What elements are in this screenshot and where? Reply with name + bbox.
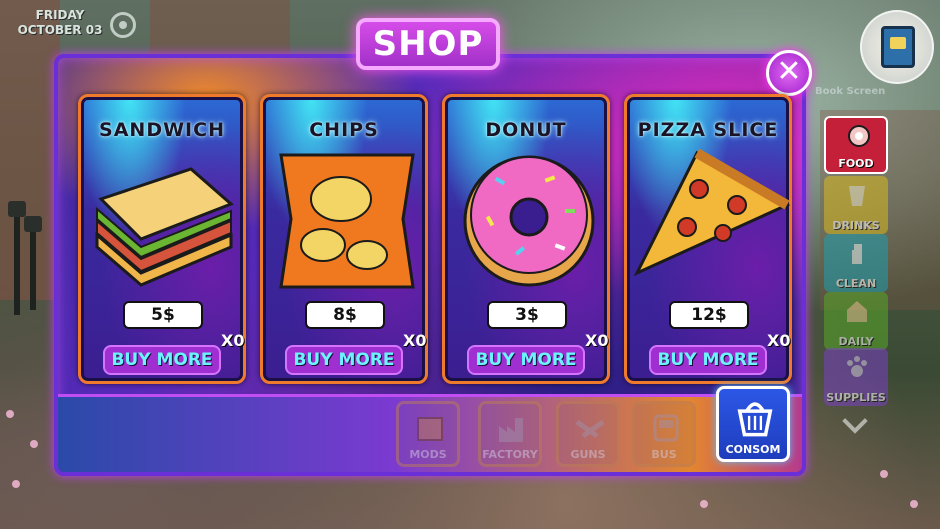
item-price: 8$ bbox=[305, 301, 385, 329]
date-day: FRIDAY bbox=[35, 8, 85, 22]
tab-mods[interactable]: MODS bbox=[396, 401, 460, 467]
date-display: FRIDAY OCTOBER 03 bbox=[14, 8, 106, 38]
paw-icon bbox=[847, 356, 867, 377]
basket-icon bbox=[737, 402, 773, 437]
tab-consom[interactable]: CONSOM bbox=[716, 386, 790, 462]
guns-icon bbox=[575, 419, 605, 439]
flower bbox=[6, 410, 14, 418]
sidebar-item-clean[interactable]: CLEAN bbox=[824, 234, 888, 292]
sidebar-item-food[interactable]: FOOD bbox=[824, 116, 888, 174]
close-button[interactable]: ✕ bbox=[766, 50, 812, 96]
street-lamp bbox=[24, 216, 42, 310]
pizza-slice-icon bbox=[633, 149, 791, 277]
tab-guns[interactable]: GUNS bbox=[556, 401, 620, 467]
buy-more-button[interactable]: BUY MORE bbox=[467, 345, 585, 375]
tab-label: BUS bbox=[651, 448, 677, 461]
item-quantity: X0 bbox=[221, 331, 245, 350]
item-price: 5$ bbox=[123, 301, 203, 329]
flower bbox=[12, 480, 20, 488]
notebook-icon bbox=[881, 26, 915, 68]
spray-bottle-icon bbox=[852, 244, 862, 264]
shop-item-pizza-slice: PIZZA SLICE 12$ BUY MORE X0 bbox=[624, 94, 792, 384]
chips-icon bbox=[279, 153, 415, 289]
flower bbox=[700, 500, 708, 508]
item-quantity: X0 bbox=[767, 331, 791, 350]
notebook-button[interactable] bbox=[860, 10, 934, 84]
close-icon: ✕ bbox=[776, 54, 802, 89]
item-quantity: X0 bbox=[403, 331, 427, 350]
bus-icon bbox=[653, 414, 679, 442]
factory-icon bbox=[499, 418, 523, 442]
house-icon bbox=[847, 301, 867, 322]
buy-more-button[interactable]: BUY MORE bbox=[285, 345, 403, 375]
tab-label: GUNS bbox=[570, 448, 606, 461]
item-name: CHIPS bbox=[309, 119, 379, 141]
item-name: PIZZA SLICE bbox=[637, 119, 779, 141]
sidebar-item-label: DRINKS bbox=[832, 219, 880, 232]
flower bbox=[880, 470, 888, 478]
sidebar-item-daily[interactable]: DAILY bbox=[824, 292, 888, 350]
flower bbox=[910, 500, 918, 508]
sidebar-item-label: SUPPLIES bbox=[826, 391, 886, 404]
shop-title: SHOP bbox=[356, 18, 500, 70]
money-display bbox=[778, 6, 864, 22]
cup-icon bbox=[849, 186, 865, 206]
sidebar-item-label: CLEAN bbox=[835, 277, 877, 290]
item-name: DONUT bbox=[485, 119, 567, 141]
tab-bus[interactable]: BUS bbox=[632, 401, 696, 467]
sandwich-icon bbox=[95, 167, 234, 287]
item-quantity: X0 bbox=[585, 331, 609, 350]
sidebar-item-drinks[interactable]: DRINKS bbox=[824, 176, 888, 234]
sidebar-item-label: DAILY bbox=[838, 335, 874, 348]
shop-item-sandwich: SANDWICH 5$ BUY MORE X0 bbox=[78, 94, 246, 384]
sidebar-item-label: FOOD bbox=[838, 157, 874, 170]
book-screen-label: Book Screen bbox=[815, 86, 886, 97]
tab-label: FACTORY bbox=[482, 448, 538, 461]
item-name: SANDWICH bbox=[99, 119, 225, 141]
buy-more-button[interactable]: BUY MORE bbox=[103, 345, 221, 375]
sun-icon bbox=[110, 12, 136, 38]
donut-icon bbox=[463, 155, 595, 287]
buy-more-button[interactable]: BUY MORE bbox=[649, 345, 767, 375]
meat-icon bbox=[848, 125, 870, 147]
tab-label: CONSOM bbox=[725, 443, 781, 456]
tab-label: MODS bbox=[409, 448, 447, 461]
item-price: 12$ bbox=[669, 301, 749, 329]
shop-item-donut: DONUT 3$ BUY MORE X0 bbox=[442, 94, 610, 384]
date-month: OCTOBER 03 bbox=[17, 23, 103, 37]
sidebar-item-supplies[interactable]: SUPPLIES bbox=[824, 348, 888, 406]
street-lamp bbox=[8, 201, 26, 315]
flower bbox=[30, 440, 38, 448]
item-price: 3$ bbox=[487, 301, 567, 329]
shop-item-chips: CHIPS 8$ BUY MORE X0 bbox=[260, 94, 428, 384]
tab-factory[interactable]: FACTORY bbox=[478, 401, 542, 467]
mods-icon bbox=[417, 417, 443, 441]
